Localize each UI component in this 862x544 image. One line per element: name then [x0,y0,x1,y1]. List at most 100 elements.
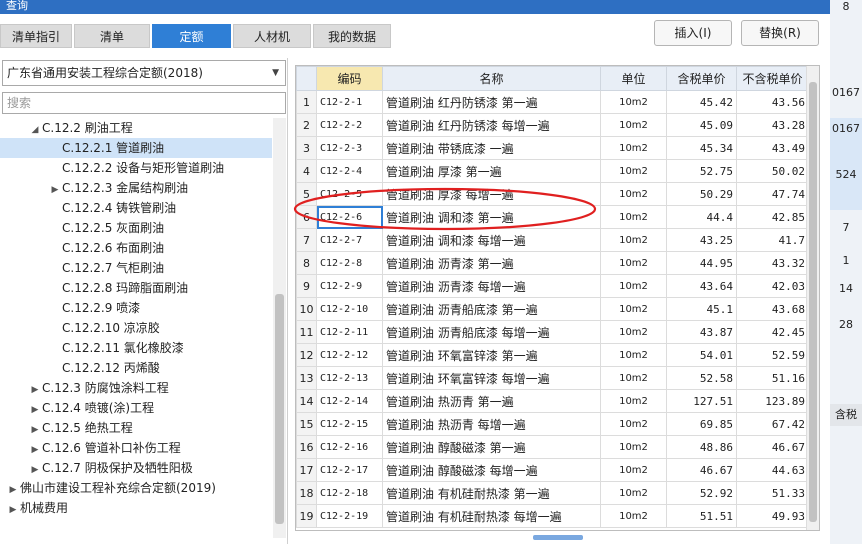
horizontal-scroll-handle[interactable] [533,535,583,540]
cell-name[interactable]: 管道刷油 调和漆 第一遍 [382,205,601,229]
cell-code[interactable]: C12-2-8 [316,251,383,275]
tree-node[interactable]: ▶ C.12.3 防腐蚀涂料工程 [0,378,169,398]
cell-code[interactable]: C12-2-14 [316,389,383,413]
cell-notax-price[interactable]: 50.02 [736,159,809,183]
cell-tax-price[interactable]: 44.95 [666,251,737,275]
cell-notax-price[interactable]: 49.93 [736,504,809,528]
collapsed-arrow-icon[interactable]: ▶ [28,400,42,420]
cell-unit[interactable]: 10m2 [600,182,667,206]
cell-tax-price[interactable]: 54.01 [666,343,737,367]
cell-code[interactable]: C12-2-1 [316,90,383,114]
cell-unit[interactable]: 10m2 [600,320,667,344]
cell-name[interactable]: 管道刷油 调和漆 每增一遍 [382,228,601,252]
search-input[interactable]: 搜索 [2,92,286,114]
table-row[interactable]: 16 C12-2-16 管道刷油 醇酸磁漆 第一遍 10m2 48.86 46.67 [296,435,809,459]
cell-name[interactable]: 管道刷油 红丹防锈漆 第一遍 [382,90,601,114]
cell-tax-price[interactable]: 44.4 [666,205,737,229]
expanded-arrow-icon[interactable]: ◢ [28,120,42,140]
cell-unit[interactable]: 10m2 [600,251,667,275]
cell-notax-price[interactable]: 42.03 [736,274,809,298]
cell-name[interactable]: 管道刷油 有机硅耐热漆 每增一遍 [382,504,601,528]
table-row[interactable]: 13 C12-2-13 管道刷油 环氧富锌漆 每增一遍 10m2 52.58 51.16 [296,366,809,390]
tree-node[interactable]: C.12.2.5 灰面刷油 [0,218,164,238]
cell-tax-price[interactable]: 48.86 [666,435,737,459]
cell-name[interactable]: 管道刷油 红丹防锈漆 每增一遍 [382,113,601,137]
library-select[interactable]: 广东省通用安装工程综合定额(2018) ▼ [2,60,286,86]
row-index[interactable]: 4 [296,159,317,183]
tree-node[interactable]: ▶ C.12.2.3 金属结构刷油 [0,178,189,200]
tree-scrollbar[interactable] [273,118,286,538]
row-index[interactable]: 13 [296,366,317,390]
row-index[interactable]: 19 [296,504,317,528]
row-index[interactable]: 18 [296,481,317,505]
collapsed-arrow-icon[interactable]: ▶ [6,480,20,500]
cell-code[interactable]: C12-2-3 [316,136,383,160]
cell-code[interactable]: C12-2-5 [316,182,383,206]
row-index[interactable]: 7 [296,228,317,252]
scrollbar-thumb[interactable] [275,294,284,524]
collapsed-arrow-icon[interactable]: ▶ [48,180,62,200]
cell-code[interactable]: C12-2-15 [316,412,383,436]
cell-code[interactable]: C12-2-16 [316,435,383,459]
cell-notax-price[interactable]: 41.7 [736,228,809,252]
table-row[interactable]: 1 C12-2-1 管道刷油 红丹防锈漆 第一遍 10m2 45.42 43.56 [296,90,809,114]
cell-unit[interactable]: 10m2 [600,412,667,436]
tab-list-guide[interactable]: 清单指引 [0,24,72,48]
row-index[interactable]: 14 [296,389,317,413]
row-index[interactable]: 10 [296,297,317,321]
collapsed-arrow-icon[interactable]: ▶ [6,500,20,520]
row-index[interactable]: 16 [296,435,317,459]
cell-notax-price[interactable]: 51.33 [736,481,809,505]
table-row[interactable]: 15 C12-2-15 管道刷油 热沥青 每增一遍 10m2 69.85 67.42 [296,412,809,436]
cell-code[interactable]: C12-2-12 [316,343,383,367]
cell-notax-price[interactable]: 44.63 [736,458,809,482]
cell-tax-price[interactable]: 51.51 [666,504,737,528]
cell-tax-price[interactable]: 52.58 [666,366,737,390]
cell-code[interactable]: C12-2-17 [316,458,383,482]
tab-materials[interactable]: 人材机 [233,24,311,48]
cell-code[interactable]: C12-2-4 [316,159,383,183]
row-index[interactable]: 17 [296,458,317,482]
cell-notax-price[interactable]: 43.68 [736,297,809,321]
cell-tax-price[interactable]: 46.67 [666,458,737,482]
cell-name[interactable]: 管道刷油 厚漆 第一遍 [382,159,601,183]
cell-notax-price[interactable]: 123.89 [736,389,809,413]
cell-tax-price[interactable]: 45.42 [666,90,737,114]
tab-my-data[interactable]: 我的数据 [313,24,391,48]
collapsed-arrow-icon[interactable]: ▶ [28,380,42,400]
table-row[interactable]: 9 C12-2-9 管道刷油 沥青漆 每增一遍 10m2 43.64 42.03 [296,274,809,298]
tree-node[interactable]: C.12.2.2 设备与矩形管道刷油 [0,158,224,178]
table-row[interactable]: 3 C12-2-3 管道刷油 带锈底漆 一遍 10m2 45.34 43.49 [296,136,809,160]
tree-node[interactable]: ▶ C.12.5 绝热工程 [0,418,133,438]
table-row[interactable]: 17 C12-2-17 管道刷油 醇酸磁漆 每增一遍 10m2 46.67 44.63 [296,458,809,482]
cell-code[interactable]: C12-2-18 [316,481,383,505]
cell-name[interactable]: 管道刷油 沥青漆 第一遍 [382,251,601,275]
cell-name[interactable]: 管道刷油 沥青船底漆 每增一遍 [382,320,601,344]
tree-node[interactable]: C.12.2.12 丙烯酸 [0,358,160,378]
table-row[interactable]: 18 C12-2-18 管道刷油 有机硅耐热漆 第一遍 10m2 52.92 51.33 [296,481,809,505]
cell-tax-price[interactable]: 45.09 [666,113,737,137]
table-row[interactable]: 7 C12-2-7 管道刷油 调和漆 每增一遍 10m2 43.25 41.7 [296,228,809,252]
row-index[interactable]: 2 [296,113,317,137]
row-index[interactable]: 5 [296,182,317,206]
cell-tax-price[interactable]: 43.25 [666,228,737,252]
table-row[interactable]: 4 C12-2-4 管道刷油 厚漆 第一遍 10m2 52.75 50.02 [296,159,809,183]
cell-name[interactable]: 管道刷油 环氧富锌漆 每增一遍 [382,366,601,390]
cell-notax-price[interactable]: 51.16 [736,366,809,390]
tree-node[interactable]: ▶ 佛山市建设工程补充综合定额(2019) [0,478,216,498]
cell-notax-price[interactable]: 43.28 [736,113,809,137]
cell-unit[interactable]: 10m2 [600,90,667,114]
replace-button[interactable]: 替换(R) [741,20,819,46]
cell-unit[interactable]: 10m2 [600,205,667,229]
table-row[interactable]: 10 C12-2-10 管道刷油 沥青船底漆 第一遍 10m2 45.1 43.68 [296,297,809,321]
cell-name[interactable]: 管道刷油 有机硅耐热漆 第一遍 [382,481,601,505]
cell-code[interactable]: C12-2-10 [316,297,383,321]
table-row[interactable]: 14 C12-2-14 管道刷油 热沥青 第一遍 10m2 127.51 123.89 [296,389,809,413]
cell-notax-price[interactable]: 46.67 [736,435,809,459]
cell-unit[interactable]: 10m2 [600,366,667,390]
row-index[interactable]: 9 [296,274,317,298]
tree-node[interactable]: C.12.2.6 布面刷油 [0,238,164,258]
cell-name[interactable]: 管道刷油 厚漆 每增一遍 [382,182,601,206]
cell-name[interactable]: 管道刷油 热沥青 每增一遍 [382,412,601,436]
tree-node[interactable]: ▶ 机械费用 [0,498,68,518]
